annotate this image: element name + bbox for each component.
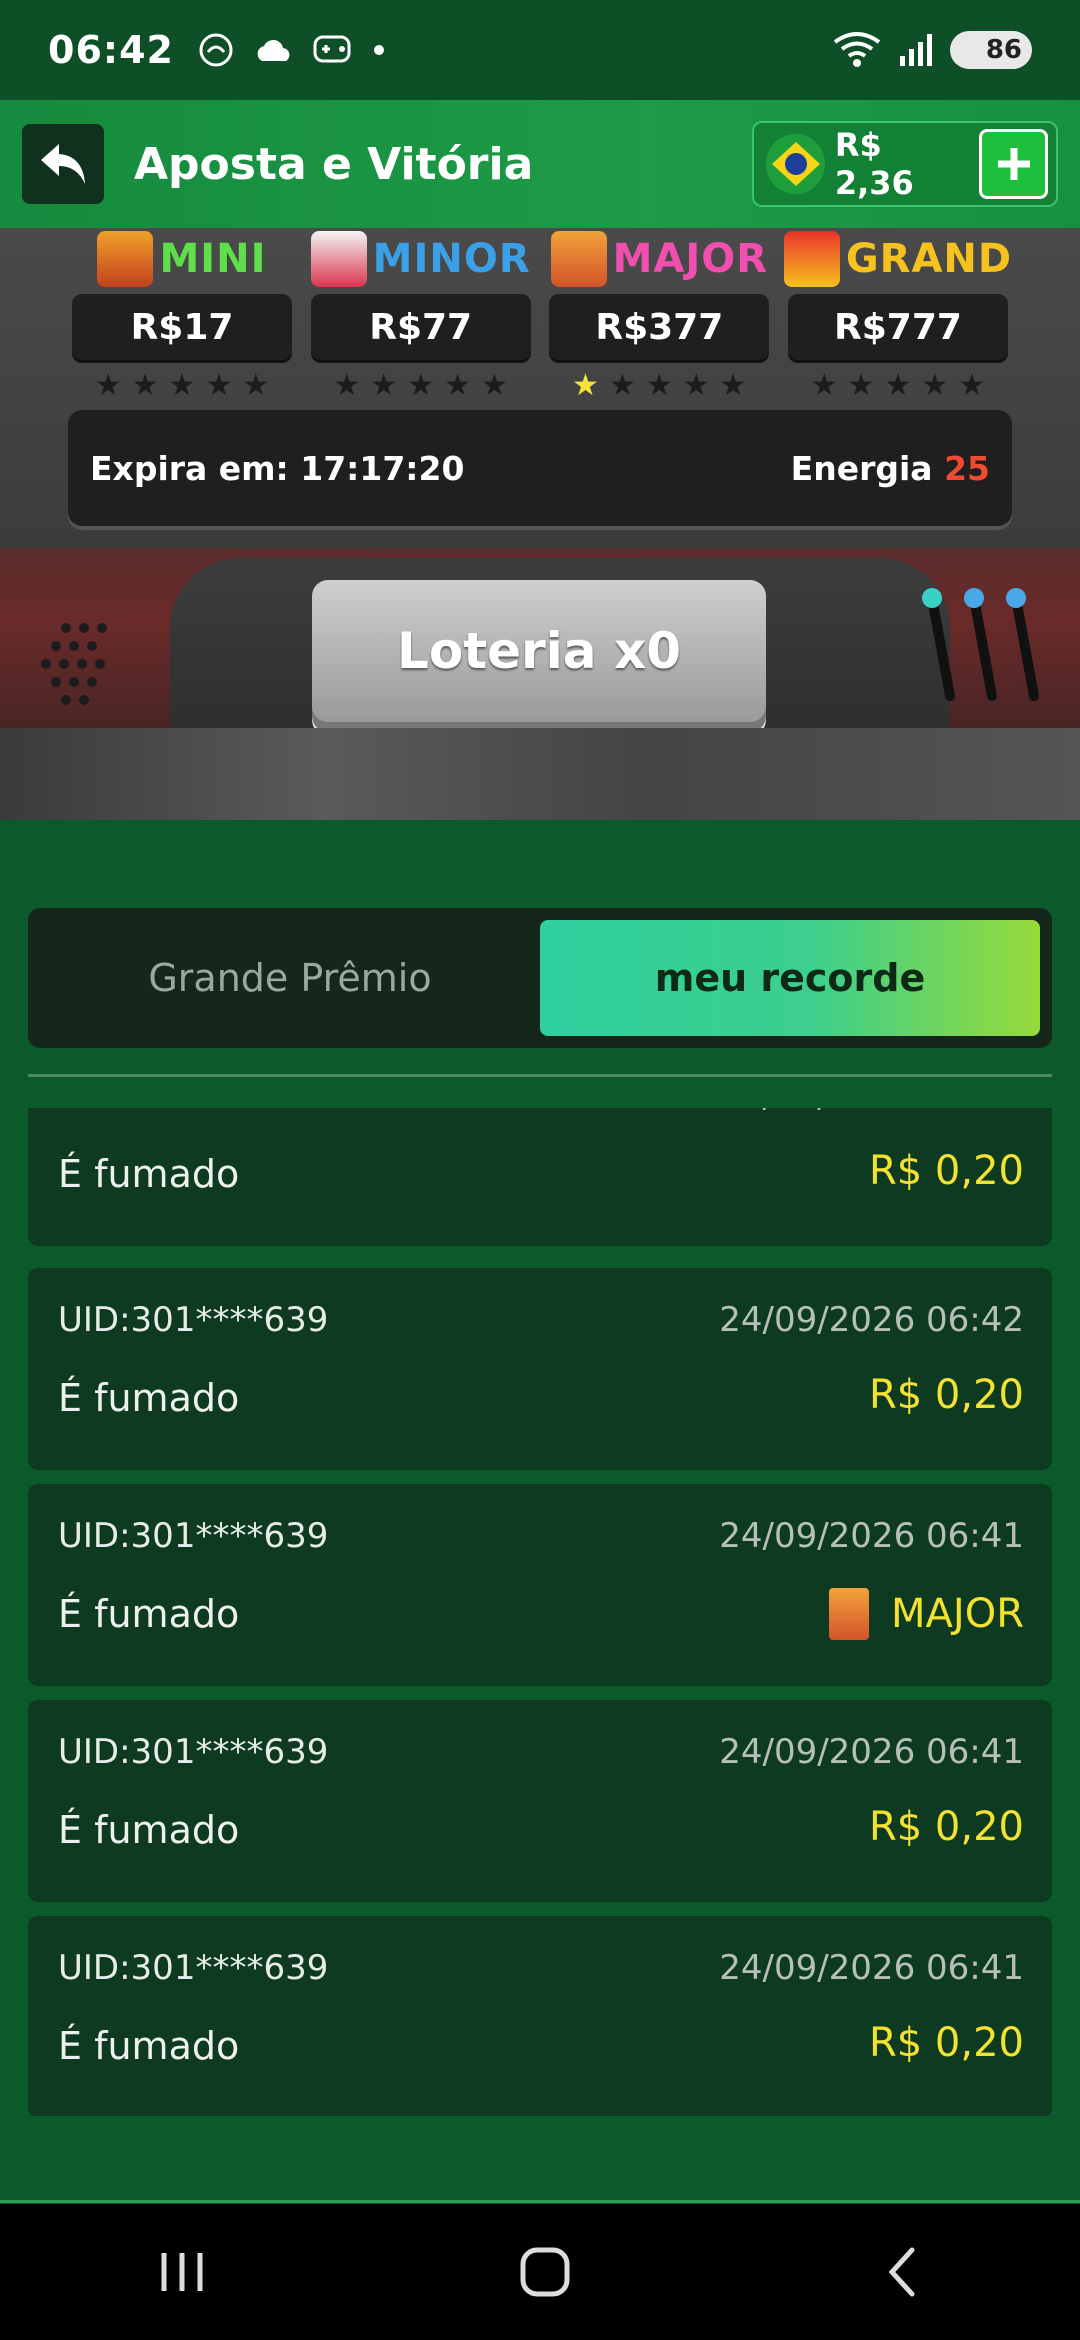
info-panel: Expira em: 17:17:20 Energia 25	[68, 410, 1012, 526]
notification-icons	[196, 30, 386, 70]
record-amount: R$ 0,20	[869, 1148, 1024, 1194]
record-name: É fumado	[58, 1152, 240, 1196]
cloud-icon	[257, 39, 290, 61]
deposit-add-button[interactable]	[979, 129, 1048, 199]
machine-base	[0, 728, 1080, 820]
balance-amount: R$ 2,36	[834, 126, 914, 202]
system-nav-bar	[0, 2204, 1080, 2340]
jackpot-value: R$17	[72, 294, 292, 360]
jackpot-row: MINI R$17 ★ ★ ★ ★ ★ MINOR R$77 ★ ★ ★ ★ ★ MAJOR R…	[70, 228, 1013, 403]
back-button[interactable]	[22, 124, 104, 204]
page-title: Aposta e Vitória	[134, 138, 534, 190]
list-item: UID:301****639 24/09/2026 06:42 É fumado…	[28, 1268, 1052, 1470]
list-item: UID:301****639 24/09/2026 06:41 É fumado…	[28, 1700, 1052, 1902]
game-controller-icon	[313, 35, 351, 63]
record-name: É fumado	[58, 1592, 240, 1636]
jackpot-stars: ★ ★ ★ ★ ★	[94, 368, 270, 403]
amount-text: R$ 0,20	[868, 1148, 1024, 1194]
list-item: UID:301****639 24/09/2026 06:42 É fumado…	[28, 1108, 1052, 1246]
minor-jackpot-icon	[310, 231, 367, 287]
jackpot-value: R$777	[787, 294, 1008, 360]
amount-text: R$ 0,20	[868, 1372, 1024, 1418]
record-list[interactable]: UID:301****639 24/09/2026 06:42 É fumado…	[28, 1108, 1052, 2116]
dot-icon	[373, 45, 384, 55]
record-amount: MAJOR	[829, 1588, 1024, 1640]
record-uid: UID:301****639	[58, 1300, 329, 1340]
record-date: 24/09/2026 06:41	[719, 1732, 1024, 1772]
major-jackpot-icon	[550, 231, 607, 287]
jackpot-minor: MINOR R$77 ★ ★ ★ ★ ★	[309, 228, 533, 403]
energy-display: Energia 25	[791, 449, 990, 488]
jackpot-value: R$377	[549, 294, 770, 360]
record-date: 24/09/2026 06:41	[719, 1516, 1024, 1556]
lottery-machine: MINI R$17 ★ ★ ★ ★ ★ MINOR R$77 ★ ★ ★ ★ ★ MAJOR R…	[0, 228, 1080, 820]
jackpot-mini: MINI R$17 ★ ★ ★ ★ ★	[70, 228, 294, 403]
tab-grand-prize[interactable]: Grande Prêmio	[40, 920, 540, 1036]
sync-icon	[199, 33, 233, 67]
signal-icon	[900, 34, 932, 66]
lottery-button[interactable]: Loteria x0	[312, 580, 766, 722]
record-uid: UID:301****639	[58, 1516, 329, 1556]
record-uid: UID:301****639	[58, 1948, 329, 1988]
record-date: 24/09/2026 06:42	[719, 1300, 1024, 1340]
jackpot-stars: ★ ★ ★ ★ ★	[333, 368, 508, 403]
divider	[28, 1074, 1052, 1077]
system-icons: 86	[832, 30, 1032, 70]
status-time: 06:42	[48, 28, 174, 72]
wifi-icon	[833, 32, 881, 67]
list-item: UID:301****639 24/09/2026 06:41 É fumado…	[28, 1484, 1052, 1686]
amount-text: R$ 0,20	[868, 2020, 1024, 2066]
energy-label: Energia	[790, 448, 933, 488]
jackpot-name: MINI	[159, 236, 267, 282]
tab-my-record[interactable]: meu recorde	[540, 920, 1040, 1036]
record-amount: R$ 0,20	[869, 1804, 1024, 1850]
record-amount: R$ 0,20	[869, 2020, 1024, 2066]
jackpot-stars: ★ ★ ★ ★ ★	[572, 368, 747, 403]
grand-win-icon	[783, 231, 840, 287]
jackpot-major: MAJOR R$377 ★ ★ ★ ★ ★	[547, 228, 771, 403]
battery-indicator: 86	[950, 31, 1032, 69]
battery-level: 86	[985, 35, 1022, 65]
jackpot-grand: GRAND R$777 ★ ★ ★ ★ ★	[783, 228, 1013, 403]
amount-text: MAJOR	[891, 1591, 1024, 1637]
record-amount: R$ 0,20	[869, 1372, 1024, 1418]
major-jackpot-icon	[829, 1588, 870, 1640]
record-date: 24/09/2026 06:42	[719, 1108, 1024, 1116]
balance-box: R$ 2,36	[752, 121, 1058, 207]
record-name: É fumado	[58, 1376, 240, 1420]
tab-bar: Grande Prêmio meu recorde	[28, 908, 1052, 1048]
jackpot-name: MINOR	[372, 236, 531, 282]
slider-levers-icon	[922, 588, 1039, 701]
list-item: UID:301****639 24/09/2026 06:41 É fumado…	[28, 1916, 1052, 2116]
mini-jackpot-icon	[97, 231, 154, 287]
energy-value: 25	[944, 448, 990, 488]
app-header: Aposta e Vitória R$ 2,36	[0, 100, 1080, 228]
jackpot-name: GRAND	[845, 236, 1013, 282]
status-bar: 06:42 86	[0, 0, 1080, 100]
recent-apps-icon[interactable]	[152, 2247, 212, 2297]
record-date: 24/09/2026 06:41	[719, 1948, 1024, 1988]
back-arrow-icon	[41, 144, 85, 184]
speaker-grill-icon	[41, 623, 107, 705]
plus-icon	[997, 148, 1030, 180]
back-icon[interactable]	[878, 2242, 928, 2302]
jackpot-value: R$77	[310, 294, 531, 360]
jackpot-stars: ★ ★ ★ ★ ★	[810, 368, 986, 403]
brazil-flag-icon	[766, 134, 825, 194]
expire-timer: Expira em: 17:17:20	[90, 448, 465, 488]
amount-text: R$ 0,20	[868, 1804, 1024, 1850]
record-uid: UID:301****639	[58, 1108, 328, 1116]
record-name: É fumado	[58, 1808, 240, 1852]
record-uid: UID:301****639	[58, 1732, 329, 1772]
record-name: É fumado	[58, 2024, 240, 2068]
jackpot-name: MAJOR	[612, 236, 769, 282]
bottom-divider	[0, 2200, 1080, 2203]
home-icon[interactable]	[515, 2242, 575, 2302]
